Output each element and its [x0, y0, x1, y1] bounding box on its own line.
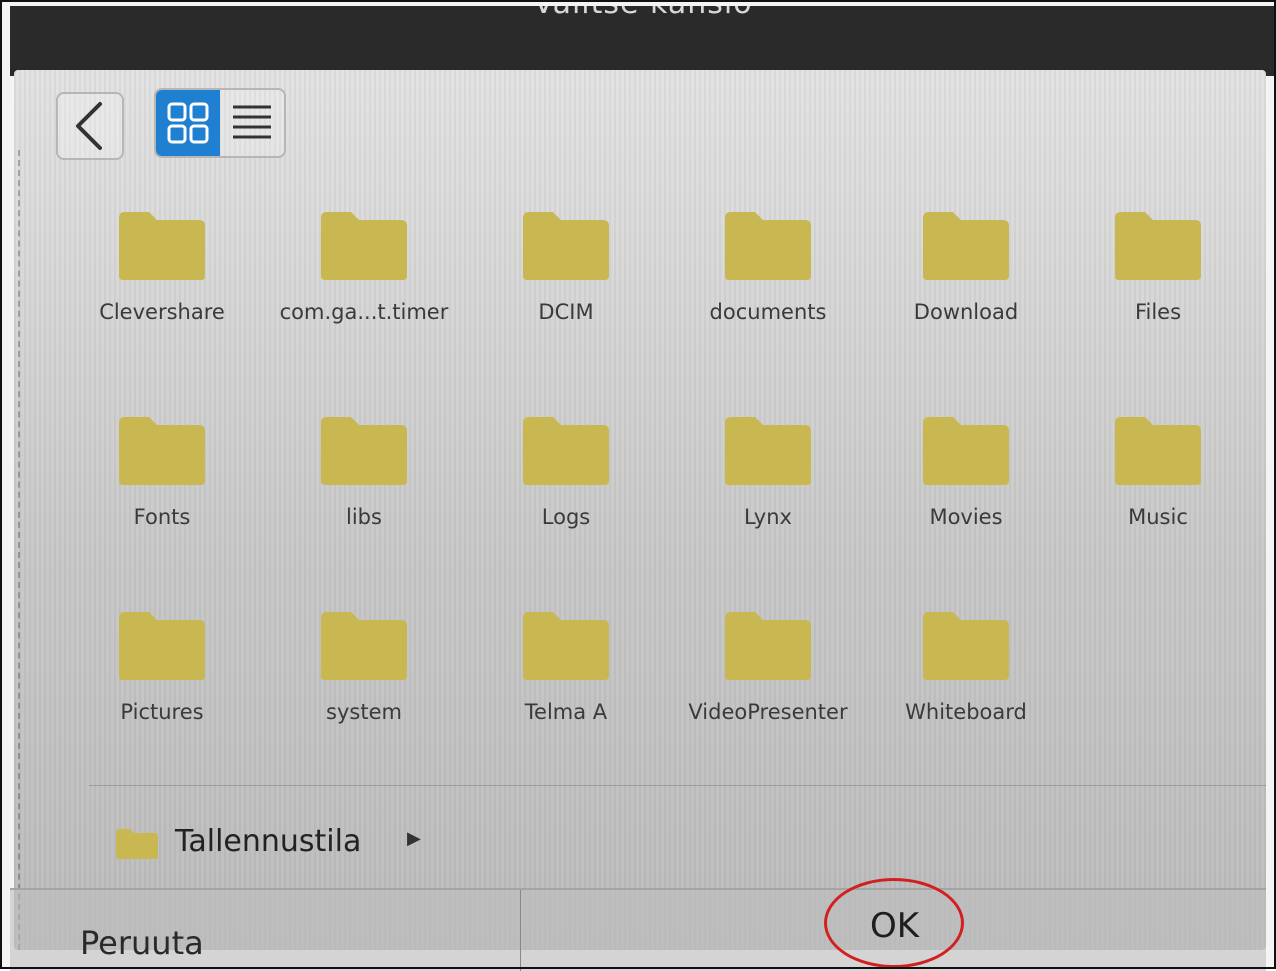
folder-item[interactable]: Clevershare: [62, 210, 262, 360]
folder-label: Telma A: [524, 700, 608, 724]
folder-icon: [321, 212, 407, 280]
folder-icon: [523, 417, 609, 485]
grid-view-button[interactable]: [156, 90, 220, 156]
folder-icon: [321, 417, 407, 485]
folder-label: Fonts: [133, 505, 191, 529]
ok-button[interactable]: OK: [522, 890, 1266, 971]
folder-icon: [119, 212, 205, 280]
folder-label: com.ga...t.timer: [279, 300, 449, 324]
list-view-button[interactable]: [220, 90, 284, 156]
folder-icon: [116, 829, 158, 859]
folder-icon: [725, 417, 811, 485]
folder-item[interactable]: DCIM: [466, 210, 666, 360]
folder-label: Files: [1134, 300, 1182, 324]
folder-item[interactable]: Music: [1058, 415, 1258, 565]
folder-item[interactable]: Download: [866, 210, 1066, 360]
folder-item[interactable]: Pictures: [62, 610, 262, 760]
dialog-footer: Peruuta OK: [10, 888, 1266, 971]
folder-icon: [1115, 212, 1201, 280]
path-arrow-icon: ▶: [407, 828, 421, 849]
folder-label: documents: [709, 300, 827, 324]
dialog-title: Valitse kansio: [10, 6, 1276, 21]
folder-item[interactable]: Whiteboard: [866, 610, 1066, 760]
folder-label: Whiteboard: [905, 700, 1027, 724]
back-button[interactable]: [56, 92, 124, 160]
folder-label: Music: [1128, 505, 1188, 529]
list-icon: [233, 105, 271, 139]
folder-item[interactable]: VideoPresenter: [668, 610, 868, 760]
folder-item[interactable]: Lynx: [668, 415, 868, 565]
cancel-button[interactable]: Peruuta: [10, 890, 521, 971]
folder-item[interactable]: documents: [668, 210, 868, 360]
file-picker-screen: Valitse kansio: [0, 0, 1276, 971]
folder-icon: [923, 212, 1009, 280]
folder-label: system: [326, 700, 402, 724]
folder-icon: [523, 212, 609, 280]
folder-icon: [321, 612, 407, 680]
folder-label: Logs: [541, 505, 591, 529]
folder-label: Pictures: [120, 700, 204, 724]
folder-picker-dialog: Clevershare com.ga...t.timer DCIM documents…: [14, 70, 1266, 950]
folder-icon: [119, 417, 205, 485]
dialog-title-bar: Valitse kansio: [10, 6, 1276, 76]
ok-label: OK: [870, 906, 920, 946]
folder-icon: [725, 612, 811, 680]
folder-item[interactable]: Movies: [866, 415, 1066, 565]
folder-icon: [923, 612, 1009, 680]
grid-icon: [167, 102, 209, 144]
folder-icon: [1115, 417, 1201, 485]
folder-icon: [523, 612, 609, 680]
folder-label: Clevershare: [99, 300, 225, 324]
left-divider: [18, 150, 21, 950]
folder-icon: [119, 612, 205, 680]
folder-item[interactable]: libs: [264, 415, 464, 565]
folder-label: Lynx: [744, 505, 792, 529]
view-mode-toggle: [154, 88, 286, 158]
folder-label: Download: [913, 300, 1019, 324]
chevron-left-icon: [76, 102, 102, 150]
folder-label: DCIM: [538, 300, 594, 324]
folder-label: VideoPresenter: [688, 700, 848, 724]
folder-item[interactable]: Fonts: [62, 415, 262, 565]
path-breadcrumb[interactable]: Tallennustila ▶: [89, 785, 1266, 876]
folder-icon: [725, 212, 811, 280]
cancel-label: Peruuta: [80, 924, 204, 962]
folder-item[interactable]: Files: [1058, 210, 1258, 360]
folder-icon: [923, 417, 1009, 485]
path-label: Tallennustila: [175, 824, 362, 859]
folder-item[interactable]: Telma A: [466, 610, 666, 760]
folder-item[interactable]: com.ga...t.timer: [264, 210, 464, 360]
folder-label: Movies: [929, 505, 1003, 529]
folder-label: libs: [346, 505, 382, 529]
folder-item[interactable]: Logs: [466, 415, 666, 565]
folder-item[interactable]: system: [264, 610, 464, 760]
